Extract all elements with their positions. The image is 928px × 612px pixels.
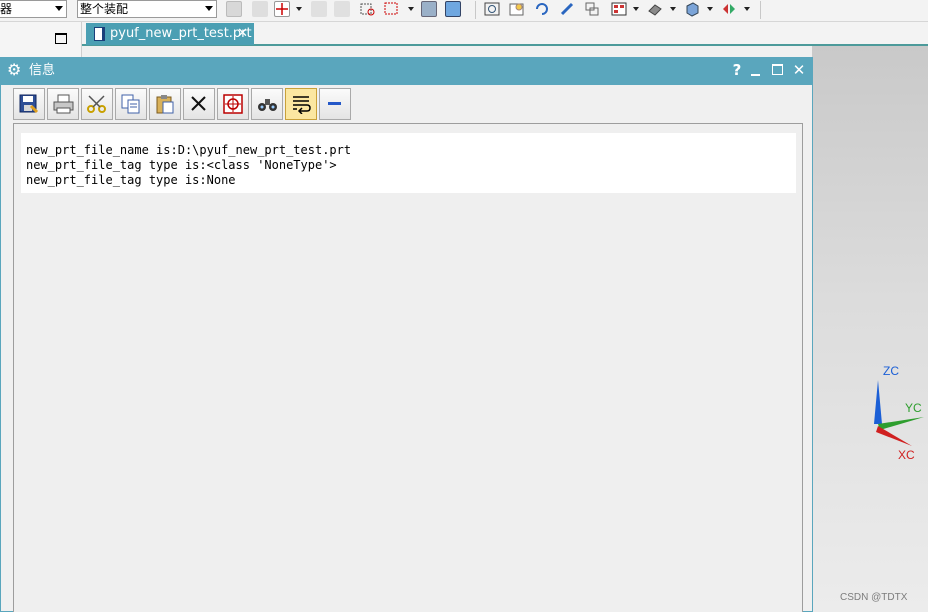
select-point-icon[interactable] [274,1,290,17]
save-icon [19,94,39,114]
box-view-icon[interactable] [684,1,700,17]
visibility-icon[interactable] [721,1,737,17]
minus-icon [328,102,341,105]
maximize-icon[interactable] [55,33,67,44]
disabled-snap-icon[interactable] [226,1,242,17]
assembly-scope-dropdown[interactable]: 整个装配 [77,0,217,18]
chevron-down-icon[interactable] [408,7,414,11]
paste-icon [156,95,174,114]
dialog-title: 信息 [29,63,56,78]
maximize-button[interactable] [768,59,788,81]
rectangle-select-icon[interactable] [384,1,400,17]
selection-filter-dropdown[interactable]: 器 [0,0,67,18]
collapse-button[interactable] [319,88,351,120]
zoom-icon[interactable] [509,1,525,17]
minimize-icon [751,74,760,76]
disabled-snap-point-icon[interactable] [311,1,327,17]
scissors-icon [87,95,106,113]
chevron-down-icon[interactable] [744,7,750,11]
rotate-icon[interactable] [534,1,550,17]
close-button[interactable]: ✕ [789,59,809,81]
word-wrap-icon [293,96,311,114]
disabled-point-icon[interactable] [252,1,268,17]
output-line: new_prt_file_name is:D:\pyuf_new_prt_tes… [26,143,352,157]
delete-x-icon [191,96,206,111]
paste-button[interactable] [149,88,181,120]
zc-axis [874,380,882,424]
output-line: new_prt_file_tag type is:<class 'NoneTyp… [26,158,337,172]
print-button[interactable] [47,88,79,120]
chevron-down-icon[interactable] [670,7,676,11]
delete-button[interactable] [183,88,215,120]
shaded-icon[interactable] [647,1,663,17]
dialog-title-bar[interactable]: ⚙ 信息 ? ✕ [1,57,813,85]
copy-button[interactable] [115,88,147,120]
word-wrap-button[interactable] [285,88,317,120]
binoculars-icon [258,99,277,111]
find-button[interactable] [251,88,283,120]
zc-label: ZC [883,364,899,378]
save-button[interactable] [13,88,45,120]
toolbar-separator [760,1,761,19]
file-tab[interactable]: pyuf_new_prt_test.prt ✕ [86,23,254,45]
chevron-down-icon[interactable] [296,7,302,11]
cube-icon[interactable] [445,1,461,17]
view-layout-icon[interactable] [611,1,627,17]
target-icon [223,94,243,114]
toolbar-separator [475,1,476,19]
close-tab-icon[interactable]: ✕ [237,23,248,45]
xc-label: XC [898,448,915,462]
chevron-down-icon[interactable] [707,7,713,11]
info-output-area[interactable]: new_prt_file_name is:D:\pyuf_new_prt_tes… [13,123,803,612]
info-dialog: ⚙ 信息 ? ✕ new_prt_file_name is:D:\pyuf_ne… [0,57,813,612]
chevron-down-icon [205,6,213,11]
xc-axis [876,426,912,446]
minimize-button[interactable] [746,59,766,81]
watermark-text: CSDN @TDTX [840,592,908,603]
solid-body-icon[interactable] [421,1,437,17]
yc-axis [878,417,924,430]
copy-icon [121,94,140,114]
maximize-icon [772,64,783,75]
file-tab-label: pyuf_new_prt_test.prt [110,26,252,41]
top-toolbar: 器 整个装配 [0,0,928,22]
cut-button[interactable] [81,88,113,120]
info-output-text[interactable]: new_prt_file_name is:D:\pyuf_new_prt_tes… [21,133,796,193]
gear-icon: ⚙ [7,60,22,79]
fit-view-icon[interactable] [484,1,500,17]
navigator-panel-header [0,22,82,57]
select-object-button[interactable] [217,88,249,120]
graphics-window[interactable] [812,46,928,612]
disabled-component-icon[interactable] [334,1,350,17]
assembly-scope-value: 整个装配 [80,2,129,16]
chevron-down-icon[interactable] [633,7,639,11]
yc-label: YC [905,401,922,415]
help-button[interactable]: ? [727,59,747,81]
printer-icon [53,94,74,114]
selection-filter-value: 器 [0,2,13,16]
part-file-icon [94,27,105,41]
output-line: new_prt_file_tag type is:None [26,173,236,187]
select-region-icon[interactable] [360,1,376,17]
perspective-icon[interactable] [584,1,600,17]
chevron-down-icon [55,6,63,11]
pan-icon[interactable] [560,1,576,17]
